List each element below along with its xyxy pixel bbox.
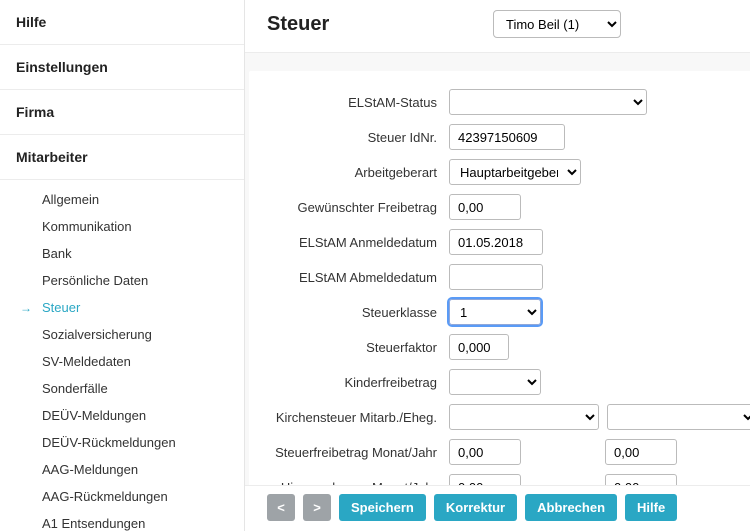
page-title: Steuer <box>267 13 493 36</box>
help-button[interactable]: Hilfe <box>625 494 677 521</box>
sidebar-item-label: Kommunikation <box>42 219 132 234</box>
sidebar-item-label: Sozialversicherung <box>42 327 152 342</box>
sidebar-item-label: Persönliche Daten <box>42 273 148 288</box>
label-arbeitgeberart: Arbeitgeberart <box>259 165 449 180</box>
label-steuerfreibetrag: Steuerfreibetrag Monat/Jahr <box>259 445 449 460</box>
kirchensteuer-ehegatte-select[interactable] <box>607 404 750 430</box>
sidebar-item-label: AAG-Rückmeldungen <box>42 489 168 504</box>
sidebar-item-label: SV-Meldedaten <box>42 354 131 369</box>
sidebar-section-hilfe[interactable]: Hilfe <box>0 0 244 45</box>
form-scroll: ELStAM-Status Steuer IdNr. Arbeitgeberar… <box>245 53 750 531</box>
sidebar-item-label: Steuer <box>42 300 80 315</box>
sidebar-item-deuev-rueckmeldungen[interactable]: →DEÜV-Rückmeldungen <box>0 429 244 456</box>
sidebar-section-firma[interactable]: Firma <box>0 90 244 135</box>
sidebar-item-allgemein[interactable]: →Allgemein <box>0 186 244 213</box>
main-panel: Steuer Timo Beil (1) ELStAM-Status Steue… <box>245 0 750 531</box>
sidebar-item-sonderfaelle[interactable]: →Sonderfälle <box>0 375 244 402</box>
korrektur-button[interactable]: Korrektur <box>434 494 517 521</box>
action-bar: < > Speichern Korrektur Abbrechen Hilfe <box>245 485 750 531</box>
sidebar-item-label: Bank <box>42 246 72 261</box>
kinderfreibetrag-select[interactable] <box>449 369 541 395</box>
sidebar-item-bank[interactable]: →Bank <box>0 240 244 267</box>
arbeitgeberart-select[interactable]: Hauptarbeitgeber <box>449 159 581 185</box>
sidebar-item-a1-entsendungen[interactable]: →A1 Entsendungen <box>0 510 244 531</box>
sidebar-item-label: Allgemein <box>42 192 99 207</box>
sidebar: Hilfe Einstellungen Firma Mitarbeiter →A… <box>0 0 245 531</box>
kirchensteuer-mitarbeiter-select[interactable] <box>449 404 599 430</box>
right-arrow-icon: → <box>20 301 32 315</box>
sidebar-item-kommunikation[interactable]: →Kommunikation <box>0 213 244 240</box>
label-kirchensteuer: Kirchensteuer Mitarb./Eheg. <box>259 410 449 425</box>
freibetrag-input[interactable] <box>449 194 521 220</box>
sidebar-section-mitarbeiter[interactable]: Mitarbeiter <box>0 135 244 180</box>
label-abmeldedatum: ELStAM Abmeldedatum <box>259 270 449 285</box>
employee-select[interactable]: Timo Beil (1) <box>493 10 621 38</box>
steuerklasse-select[interactable]: 1 <box>449 299 541 325</box>
sidebar-item-sozialversicherung[interactable]: →Sozialversicherung <box>0 321 244 348</box>
sidebar-item-label: AAG-Meldungen <box>42 462 138 477</box>
label-elstam-status: ELStAM-Status <box>259 95 449 110</box>
sidebar-sub-mitarbeiter: →Allgemein →Kommunikation →Bank →Persönl… <box>0 180 244 531</box>
sidebar-item-label: Sonderfälle <box>42 381 108 396</box>
sidebar-item-aag-meldungen[interactable]: →AAG-Meldungen <box>0 456 244 483</box>
label-steuerfaktor: Steuerfaktor <box>259 340 449 355</box>
next-button[interactable]: > <box>303 494 331 521</box>
prev-button[interactable]: < <box>267 494 295 521</box>
elstam-status-select[interactable] <box>449 89 647 115</box>
steuerfreibetrag-monat-input[interactable] <box>449 439 521 465</box>
label-anmeldedatum: ELStAM Anmeldedatum <box>259 235 449 250</box>
sidebar-item-label: A1 Entsendungen <box>42 516 145 531</box>
steuer-idnr-input[interactable] <box>449 124 565 150</box>
form-card: ELStAM-Status Steuer IdNr. Arbeitgeberar… <box>249 71 750 531</box>
cancel-button[interactable]: Abbrechen <box>525 494 617 521</box>
main-header: Steuer Timo Beil (1) <box>245 0 750 53</box>
sidebar-item-aag-rueckmeldungen[interactable]: →AAG-Rückmeldungen <box>0 483 244 510</box>
save-button[interactable]: Speichern <box>339 494 426 521</box>
label-kinderfreibetrag: Kinderfreibetrag <box>259 375 449 390</box>
label-steuerklasse: Steuerklasse <box>259 305 449 320</box>
abmeldedatum-input[interactable] <box>449 264 543 290</box>
sidebar-section-einstellungen[interactable]: Einstellungen <box>0 45 244 90</box>
label-freibetrag: Gewünschter Freibetrag <box>259 200 449 215</box>
sidebar-item-label: DEÜV-Rückmeldungen <box>42 435 176 450</box>
anmeldedatum-input[interactable] <box>449 229 543 255</box>
label-steuer-idnr: Steuer IdNr. <box>259 130 449 145</box>
sidebar-item-deuev-meldungen[interactable]: →DEÜV-Meldungen <box>0 402 244 429</box>
sidebar-item-steuer[interactable]: → Steuer <box>0 294 244 321</box>
steuerfaktor-input[interactable] <box>449 334 509 360</box>
sidebar-item-label: DEÜV-Meldungen <box>42 408 146 423</box>
sidebar-item-sv-meldedaten[interactable]: →SV-Meldedaten <box>0 348 244 375</box>
steuerfreibetrag-jahr-input[interactable] <box>605 439 677 465</box>
sidebar-item-persoenliche-daten[interactable]: →Persönliche Daten <box>0 267 244 294</box>
